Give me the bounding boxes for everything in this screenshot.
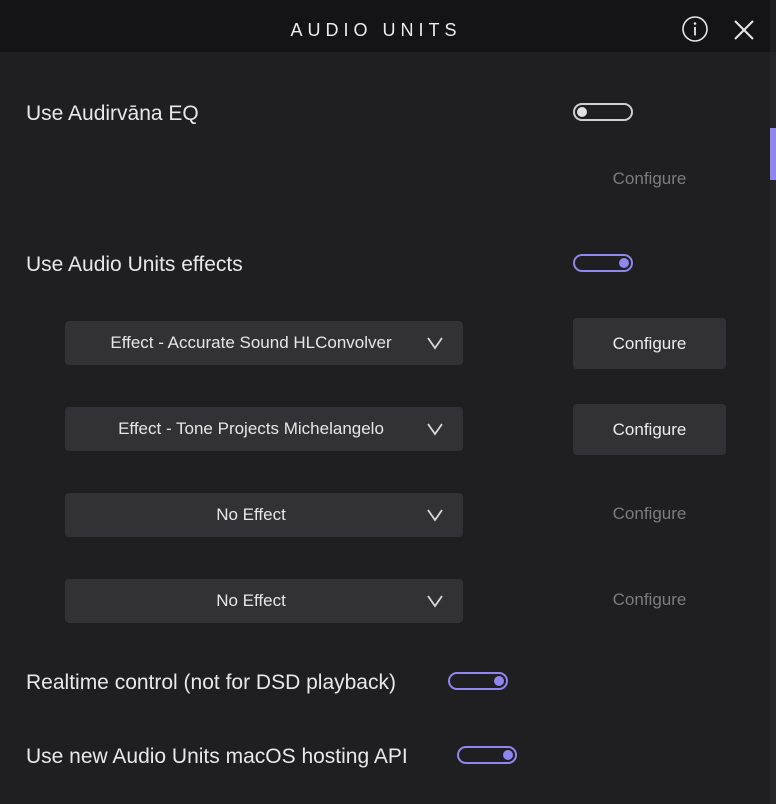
toggle-knob: [577, 107, 587, 117]
effect-slot-1-value: Effect - Accurate Sound HLConvolver: [110, 333, 392, 352]
eq-configure-button[interactable]: Configure: [573, 169, 726, 189]
chevron-down-icon: [427, 595, 443, 608]
close-icon[interactable]: [733, 19, 755, 41]
effect-slot-3-select[interactable]: No Effect: [65, 493, 463, 537]
effect-slot-1-configure-button[interactable]: Configure: [573, 318, 726, 369]
chevron-down-icon: [427, 337, 443, 350]
effect-slot-2-configure-button[interactable]: Configure: [573, 404, 726, 455]
eq-label: Use Audirvāna EQ: [26, 102, 199, 125]
toggle-knob: [494, 676, 504, 686]
audio-units-dialog: AUDIO UNITS Use Audirvāna EQ Configure U…: [0, 0, 776, 804]
eq-toggle[interactable]: [573, 103, 633, 121]
chevron-down-icon: [427, 509, 443, 522]
toggle-knob: [503, 750, 513, 760]
effect-slot-1-select[interactable]: Effect - Accurate Sound HLConvolver: [65, 321, 463, 365]
hosting-api-toggle[interactable]: [457, 746, 517, 764]
chevron-down-icon: [427, 423, 443, 436]
effect-slot-2-value: Effect - Tone Projects Michelangelo: [118, 419, 384, 438]
info-icon[interactable]: [682, 16, 708, 42]
realtime-control-label: Realtime control (not for DSD playback): [26, 671, 396, 694]
au-effects-label: Use Audio Units effects: [26, 253, 243, 276]
background-window-accent: [770, 128, 776, 180]
effect-slot-4-configure-button[interactable]: Configure: [573, 590, 726, 610]
effect-slot-3-configure-button[interactable]: Configure: [573, 504, 726, 524]
effect-slot-3-value: No Effect: [216, 505, 286, 524]
realtime-control-toggle[interactable]: [448, 672, 508, 690]
dialog-title: AUDIO UNITS: [290, 20, 462, 40]
effect-slot-4-value: No Effect: [216, 591, 286, 610]
dialog-header: AUDIO UNITS: [0, 0, 770, 52]
toggle-knob: [619, 258, 629, 268]
effect-slot-2-select[interactable]: Effect - Tone Projects Michelangelo: [65, 407, 463, 451]
au-effects-toggle[interactable]: [573, 254, 633, 272]
effect-slot-4-select[interactable]: No Effect: [65, 579, 463, 623]
hosting-api-label: Use new Audio Units macOS hosting API: [26, 745, 408, 768]
